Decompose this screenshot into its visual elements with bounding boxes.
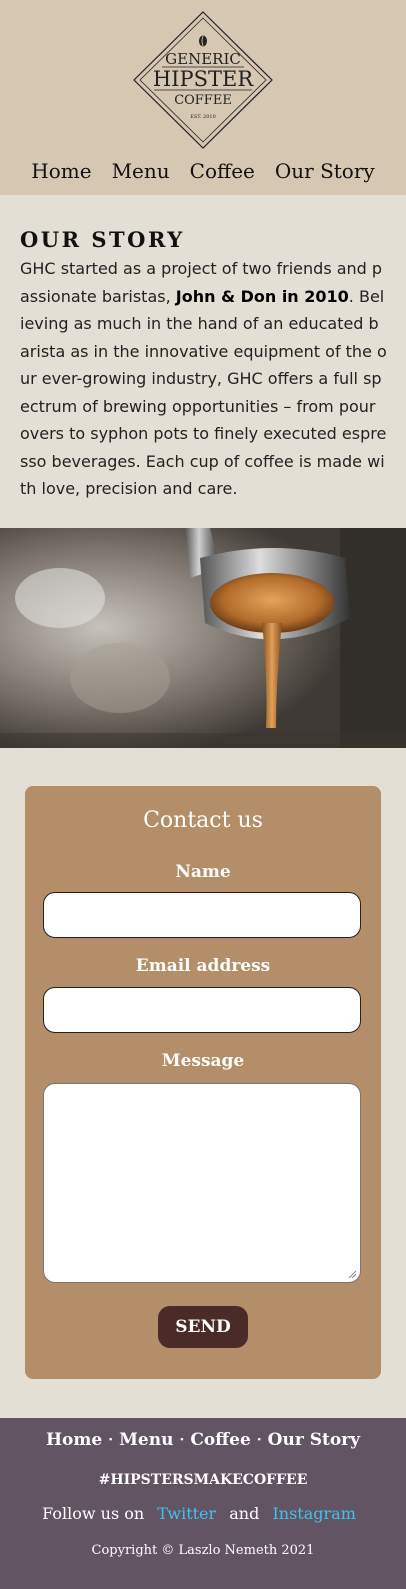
- coffee-bean-icon: [199, 35, 207, 47]
- site-footer: Home · Menu · Coffee · Our Story #HIPSTE…: [0, 1418, 406, 1589]
- logo-line2: HIPSTER: [153, 67, 254, 91]
- message-label: Message: [161, 1051, 245, 1071]
- footer-separator: ·: [256, 1432, 262, 1448]
- message-textarea[interactable]: [43, 1083, 361, 1283]
- nav-coffee[interactable]: Coffee: [190, 156, 255, 186]
- social-follow: Follow us on Twitter and Instagram: [0, 1504, 406, 1523]
- resize-handle-icon[interactable]: [347, 1269, 357, 1279]
- footer-nav-our-story[interactable]: Our Story: [268, 1430, 360, 1450]
- our-story-section: OUR STORY GHC started as a project of tw…: [0, 195, 406, 528]
- twitter-link[interactable]: Twitter: [157, 1504, 216, 1523]
- footer-nav-menu[interactable]: Menu: [119, 1430, 173, 1450]
- espresso-photo: [0, 528, 406, 748]
- name-input[interactable]: [43, 892, 361, 938]
- footer-nav: Home · Menu · Coffee · Our Story: [0, 1430, 406, 1450]
- instagram-link[interactable]: Instagram: [272, 1504, 355, 1523]
- nav-menu[interactable]: Menu: [112, 156, 170, 186]
- follow-and: and: [229, 1504, 260, 1523]
- site-header: GENERIC HIPSTER COFFEE EST. 2010 Home Me…: [0, 0, 406, 195]
- nav-home[interactable]: Home: [31, 156, 91, 186]
- story-text-bold: John & Don in 2010: [175, 286, 349, 306]
- follow-prefix: Follow us on: [42, 1504, 145, 1523]
- logo-est: EST. 2010: [190, 114, 216, 120]
- footer-separator: ·: [108, 1432, 114, 1448]
- story-text: GHC started as a project of two friends …: [20, 255, 388, 503]
- logo-line1: GENERIC: [165, 50, 241, 68]
- email-label: Email address: [135, 956, 271, 976]
- nav-our-story[interactable]: Our Story: [275, 156, 375, 186]
- hashtag: #HIPSTERSMAKECOFFEE: [98, 1472, 308, 1488]
- logo-line3: COFFEE: [174, 93, 232, 108]
- story-title: OUR STORY: [20, 227, 185, 252]
- contact-form: Contact us Name Email address Message SE…: [25, 786, 381, 1379]
- footer-nav-coffee[interactable]: Coffee: [190, 1430, 250, 1450]
- email-input[interactable]: [43, 987, 361, 1033]
- footer-nav-home[interactable]: Home: [46, 1430, 102, 1450]
- name-label: Name: [175, 862, 231, 882]
- main-nav: Home Menu Coffee Our Story: [0, 156, 406, 186]
- contact-title: Contact us: [143, 808, 263, 833]
- send-button[interactable]: SEND: [158, 1306, 248, 1348]
- copyright: Copyright © Laszlo Nemeth 2021: [91, 1543, 315, 1558]
- brand-logo[interactable]: GENERIC HIPSTER COFFEE EST. 2010: [132, 10, 274, 150]
- footer-separator: ·: [179, 1432, 185, 1448]
- story-text-end: . Believing as much in the hand of an ed…: [20, 286, 387, 499]
